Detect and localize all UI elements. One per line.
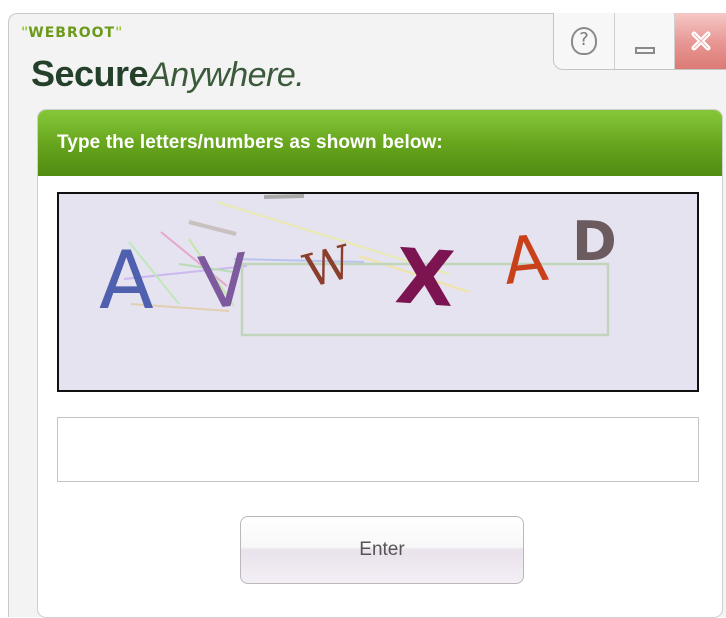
help-button[interactable]: ? (554, 13, 615, 69)
captcha-letter: V (195, 237, 253, 326)
captcha-letter: A (99, 234, 154, 327)
close-button[interactable] (675, 13, 726, 69)
help-icon: ? (571, 27, 597, 55)
captcha-letter: A (500, 222, 551, 300)
panel-header: Type the letters/numbers as shown below: (38, 110, 722, 176)
captcha-prompt: Type the letters/numbers as shown below: (57, 132, 443, 153)
minimize-icon (634, 46, 655, 54)
logo-wordmark: WEBROOT (28, 25, 116, 41)
captcha-dialog: "WEBROOT" SecureAnywhere. Type the lette… (8, 13, 726, 618)
product-name-light: Anywhere. (148, 56, 305, 94)
enter-button[interactable]: Enter (240, 516, 524, 584)
captcha-panel: Type the letters/numbers as shown below: (37, 109, 723, 618)
captcha-image: A V W X A D (57, 192, 699, 392)
minimize-button[interactable] (615, 13, 675, 69)
captcha-letter: D (572, 210, 617, 273)
close-icon (691, 31, 710, 51)
captcha-answer-input[interactable] (57, 417, 699, 482)
webroot-logo: "WEBROOT" (21, 25, 123, 41)
product-name: SecureAnywhere. (31, 53, 305, 94)
window-controls: ? (553, 13, 726, 70)
captcha-letter: X (393, 231, 458, 324)
product-name-bold: Secure (31, 53, 149, 94)
